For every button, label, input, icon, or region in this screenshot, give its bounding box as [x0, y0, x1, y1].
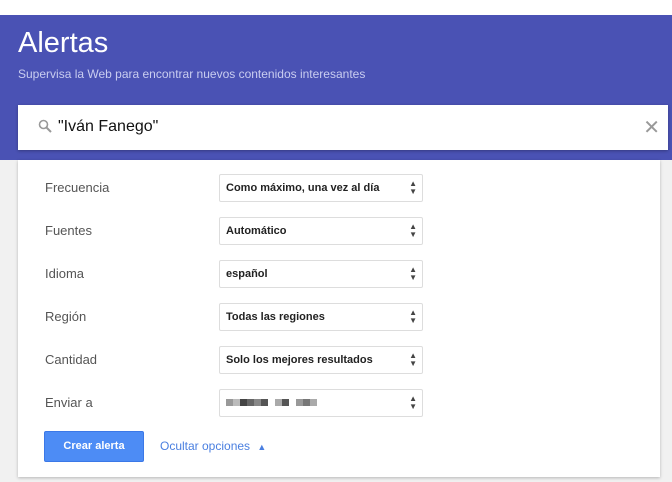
option-label: Frecuencia	[45, 180, 110, 195]
top-band	[0, 0, 672, 15]
region-select[interactable]: Todas las regiones ▲ ▼	[219, 303, 423, 331]
create-alert-button[interactable]: Crear alerta	[44, 431, 144, 462]
options-panel: Frecuencia Como máximo, una vez al día ▲ ▼…	[18, 160, 660, 477]
option-row-enviar: Enviar a ▲ ▼	[18, 389, 660, 417]
redacted-email	[226, 399, 317, 406]
select-arrows-icon: ▲ ▼	[409, 351, 417, 368]
select-arrows-icon: ▲ ▼	[409, 265, 417, 282]
option-row-fuentes: Fuentes Automático ▲ ▼	[18, 217, 660, 245]
select-value: Automático	[226, 225, 287, 237]
select-arrows-icon: ▲ ▼	[409, 308, 417, 325]
select-value: Todas las regiones	[226, 311, 325, 323]
option-label: Fuentes	[45, 223, 92, 238]
select-arrows-icon: ▲ ▼	[409, 179, 417, 196]
clear-icon[interactable]: ✕	[643, 115, 660, 140]
deliver-to-select[interactable]: ▲ ▼	[219, 389, 423, 417]
search-query: "Iván Fanego"	[58, 118, 159, 135]
option-row-cantidad: Cantidad Solo los mejores resultados ▲ ▼	[18, 346, 660, 374]
select-arrows-icon: ▲ ▼	[409, 394, 417, 411]
option-label: Región	[45, 309, 87, 324]
option-label: Cantidad	[45, 352, 98, 367]
select-value: Solo los mejores resultados	[226, 354, 373, 366]
select-value: Como máximo, una vez al día	[226, 182, 380, 194]
page-subtitle: Supervisa la Web para encontrar nuevos c…	[18, 67, 366, 81]
frequency-select[interactable]: Como máximo, una vez al día ▲ ▼	[219, 174, 423, 202]
select-arrows-icon: ▲ ▼	[409, 222, 417, 239]
search-input[interactable]: "Iván Fanego" ✕	[18, 105, 668, 150]
hide-options-link[interactable]: Ocultar opciones ▲	[160, 439, 266, 453]
option-label: Idioma	[45, 266, 85, 281]
page-title: Alertas	[18, 27, 109, 59]
language-select[interactable]: español ▲ ▼	[219, 260, 423, 288]
caret-up-icon: ▲	[257, 442, 267, 452]
hide-options-label: Ocultar opciones	[160, 439, 251, 453]
option-row-idioma: Idioma español ▲ ▼	[18, 260, 660, 288]
search-icon	[38, 119, 52, 133]
quantity-select[interactable]: Solo los mejores resultados ▲ ▼	[219, 346, 423, 374]
option-label: Enviar a	[45, 395, 93, 410]
sources-select[interactable]: Automático ▲ ▼	[219, 217, 423, 245]
select-value: español	[226, 268, 268, 280]
option-row-region: Región Todas las regiones ▲ ▼	[18, 303, 660, 331]
option-row-frecuencia: Frecuencia Como máximo, una vez al día ▲ ▼	[18, 174, 660, 202]
